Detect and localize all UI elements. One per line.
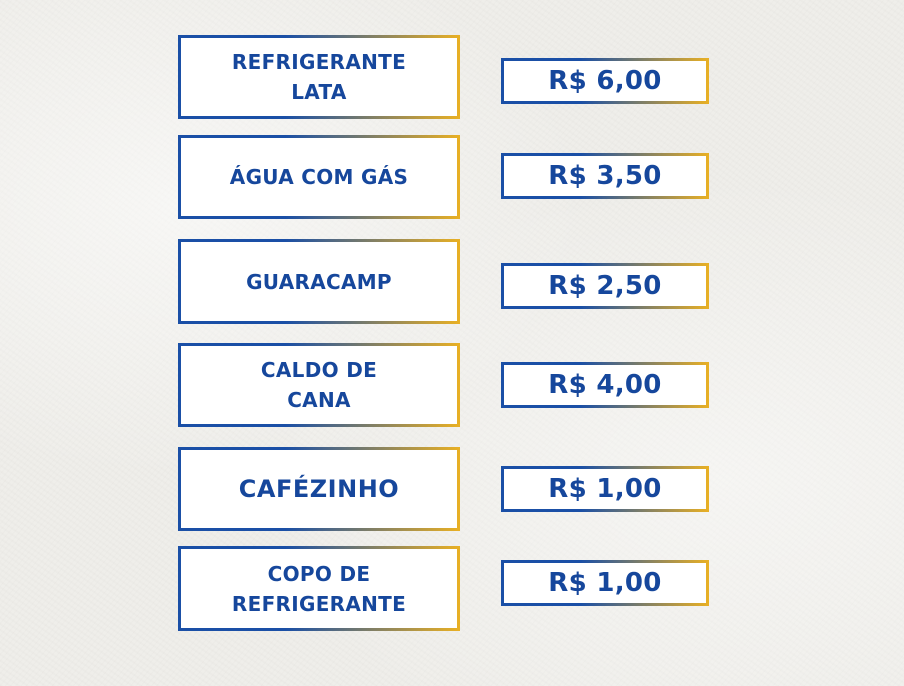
menu-item-name: CALDO DE CANA <box>260 358 378 412</box>
menu-item-name-box: CALDO DE CANA <box>178 343 460 427</box>
menu-item-name: CAFÉZINHO <box>238 475 400 503</box>
menu-item-price: R$ 1,00 <box>548 474 662 504</box>
menu-item-name: GUARACAMP <box>246 269 392 294</box>
menu-item-name-box: GUARACAMP <box>178 239 460 324</box>
menu-item-name-box: ÁGUA COM GÁS <box>178 135 460 219</box>
menu-item-name-box: COPO DE REFRIGERANTE <box>178 546 460 631</box>
menu-item-name-box: REFRIGERANTE LATA <box>178 35 460 119</box>
menu-item-price-box: R$ 2,50 <box>501 263 709 309</box>
menu-item-name-box: CAFÉZINHO <box>178 447 460 531</box>
menu-item-price-box: R$ 6,00 <box>501 58 709 104</box>
menu-item-price: R$ 1,00 <box>548 568 662 598</box>
menu-item-price: R$ 3,50 <box>548 161 662 191</box>
menu-item-name: REFRIGERANTE LATA <box>231 50 407 104</box>
menu-item-name: ÁGUA COM GÁS <box>229 165 409 189</box>
menu-item-price: R$ 2,50 <box>548 271 662 301</box>
menu-item-name: COPO DE REFRIGERANTE <box>231 561 407 616</box>
menu-item-price-box: R$ 4,00 <box>501 362 709 408</box>
drinks-price-list: REFRIGERANTE LATA R$ 6,00 ÁGUA COM GÁS R… <box>0 0 904 686</box>
menu-item-price-box: R$ 1,00 <box>501 466 709 512</box>
menu-item-price-box: R$ 1,00 <box>501 560 709 606</box>
menu-item-price-box: R$ 3,50 <box>501 153 709 199</box>
menu-item-price: R$ 4,00 <box>548 370 662 400</box>
menu-item-price: R$ 6,00 <box>548 66 662 96</box>
